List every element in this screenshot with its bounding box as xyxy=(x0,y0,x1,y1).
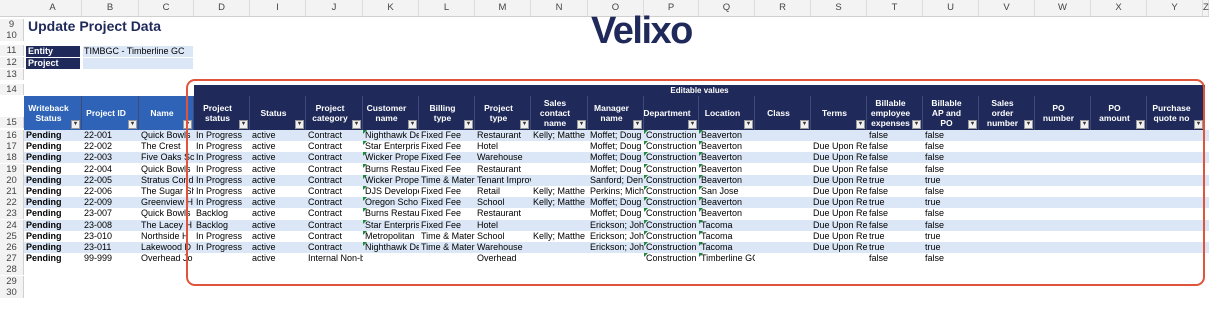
cell-id[interactable]: 22-009 xyxy=(82,197,139,208)
row-number-28[interactable]: 28 xyxy=(0,264,24,275)
column-letter-l[interactable]: L xyxy=(419,0,475,16)
column-letter-v[interactable]: V xyxy=(979,0,1035,16)
cell-wb[interactable]: Pending xyxy=(24,208,82,219)
header-label: Name xyxy=(150,108,174,118)
column-letter-y[interactable]: Y xyxy=(1147,0,1203,16)
column-letter-u[interactable]: U xyxy=(923,0,979,16)
cell-wb[interactable]: Pending xyxy=(24,186,82,197)
velixo-logo: Velixo xyxy=(591,10,693,52)
row-number-30[interactable]: 30 xyxy=(0,287,24,298)
cell-wb[interactable]: Pending xyxy=(24,152,82,163)
highlight-box xyxy=(186,79,1205,286)
cell-id[interactable]: 22-001 xyxy=(82,130,139,141)
entity-value[interactable]: TIMBGC - Timberline GC xyxy=(83,46,193,57)
row-number-column: 9 10 11 12 13 14 15 16 17 18 19 20 21 22 23 24 25 26 27 28 2… xyxy=(0,0,24,328)
row-number-16[interactable]: 16 xyxy=(0,130,24,141)
cell-wb[interactable]: Pending xyxy=(24,130,82,141)
column-letter-k[interactable]: K xyxy=(363,0,419,16)
column-letter-w[interactable]: W xyxy=(1035,0,1091,16)
column-letter-t[interactable]: T xyxy=(867,0,923,16)
column-letter-d[interactable]: D xyxy=(194,0,250,16)
row-number-14[interactable]: 14 xyxy=(0,84,24,95)
row-number-10[interactable]: 10 xyxy=(0,30,24,41)
cell-wb[interactable]: Pending xyxy=(24,175,82,186)
row-number-19[interactable]: 19 xyxy=(0,164,24,175)
cell-wb[interactable]: Pending xyxy=(24,231,82,242)
row-number-22[interactable]: 22 xyxy=(0,197,24,208)
column-letter-s[interactable]: S xyxy=(811,0,867,16)
cell-id[interactable]: 23-007 xyxy=(82,208,139,219)
row-number-13[interactable]: 13 xyxy=(0,69,24,80)
column-letter-i[interactable]: I xyxy=(250,0,306,16)
column-letter-x[interactable]: X xyxy=(1091,0,1147,16)
cell-wb[interactable]: Pending xyxy=(24,197,82,208)
row-number-17[interactable]: 17 xyxy=(0,141,24,152)
cell-wb[interactable]: Pending xyxy=(24,141,82,152)
row-number-29[interactable]: 29 xyxy=(0,276,24,287)
cell-id[interactable]: 22-006 xyxy=(82,186,139,197)
row-number-9[interactable]: 9 xyxy=(0,19,24,30)
cell-wb[interactable]: Pending xyxy=(24,253,82,264)
cell-id[interactable]: 23-010 xyxy=(82,231,139,242)
cell-wb[interactable]: Pending xyxy=(24,242,82,253)
column-letter-n[interactable]: N xyxy=(531,0,588,16)
entity-label: Entity xyxy=(26,46,80,57)
row-number-11[interactable]: 11 xyxy=(0,45,24,56)
project-value[interactable] xyxy=(83,58,193,69)
header-project-id[interactable]: Project ID ▾ xyxy=(82,96,139,130)
header-writeback[interactable]: Writeback Status ▾ xyxy=(24,96,82,130)
cell-wb[interactable]: Pending xyxy=(24,220,82,231)
row-number-12[interactable]: 12 xyxy=(0,57,24,68)
row-number-23[interactable]: 23 xyxy=(0,208,24,219)
row-number-15[interactable]: 15 xyxy=(0,117,24,128)
row-number-21[interactable]: 21 xyxy=(0,186,24,197)
column-letter-b[interactable]: B xyxy=(82,0,139,16)
cell-id[interactable]: 99-999 xyxy=(82,253,139,264)
column-letter-m[interactable]: M xyxy=(475,0,531,16)
column-letter-a[interactable]: A xyxy=(24,0,82,16)
column-letter-q[interactable]: Q xyxy=(699,0,755,16)
cell-id[interactable]: 23-011 xyxy=(82,242,139,253)
cell-id[interactable]: 23-008 xyxy=(82,220,139,231)
row-number-26[interactable]: 26 xyxy=(0,242,24,253)
filter-dropdown-icon[interactable]: ▾ xyxy=(128,120,137,129)
header-label: Project ID xyxy=(86,108,126,118)
cell-id[interactable]: 22-002 xyxy=(82,141,139,152)
project-label: Project xyxy=(26,58,80,69)
cell-wb[interactable]: Pending xyxy=(24,164,82,175)
column-letter-r[interactable]: R xyxy=(755,0,811,16)
page-title: Update Project Data xyxy=(28,18,162,34)
row-number-25[interactable]: 25 xyxy=(0,231,24,242)
cell-id[interactable]: 22-003 xyxy=(82,152,139,163)
column-letter-c[interactable]: C xyxy=(139,0,194,16)
row-number-18[interactable]: 18 xyxy=(0,152,24,163)
row-number-24[interactable]: 24 xyxy=(0,220,24,231)
column-letter-j[interactable]: J xyxy=(306,0,363,16)
row-number-27[interactable]: 27 xyxy=(0,253,24,264)
column-letter-z[interactable]: Z xyxy=(1203,0,1209,16)
filter-dropdown-icon[interactable]: ▾ xyxy=(71,120,80,129)
cell-id[interactable]: 22-005 xyxy=(82,175,139,186)
cell-id[interactable]: 22-004 xyxy=(82,164,139,175)
row-number-20[interactable]: 20 xyxy=(0,175,24,186)
